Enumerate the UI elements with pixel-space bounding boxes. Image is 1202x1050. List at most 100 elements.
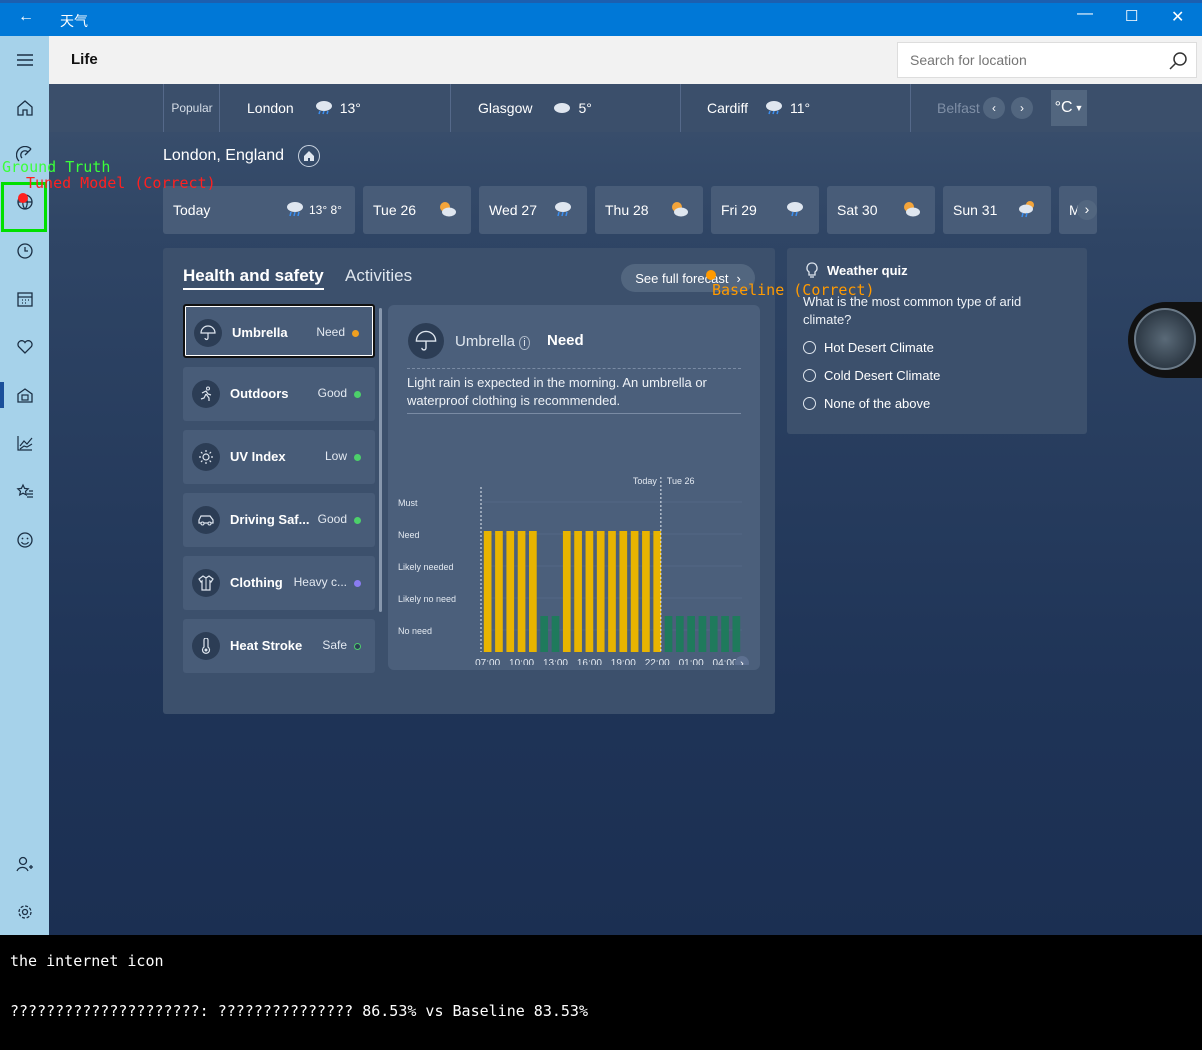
bar: [540, 616, 549, 652]
x-tick-label: 04:00: [713, 658, 738, 665]
car-icon: [192, 506, 220, 534]
x-tick-label: 22:00: [645, 658, 670, 665]
rain-cloud-icon: [314, 99, 334, 118]
bar: [551, 616, 560, 652]
caption-area: the internet icon ?????????????????????:…: [0, 935, 1202, 1050]
chevron-right-icon[interactable]: ›: [1077, 200, 1097, 220]
radio-button[interactable]: [803, 341, 816, 354]
popular-cities-bar: Popular London 13° Glasgow 5° Cardiff 11…: [49, 84, 1202, 132]
caption-instruction: the internet icon: [10, 952, 164, 970]
bar: [585, 531, 594, 652]
day-card-sun[interactable]: Sun 31: [943, 186, 1051, 234]
bar: [721, 616, 729, 652]
tab-health-and-safety[interactable]: Health and safety: [183, 266, 324, 290]
running-icon: [192, 380, 220, 408]
popular-city-glasgow[interactable]: Glasgow 5°: [450, 84, 681, 132]
chart-icon[interactable]: [0, 423, 49, 463]
calendar-icon[interactable]: [0, 279, 49, 319]
list-item-heat-stroke[interactable]: Heat Stroke Safe: [183, 619, 375, 673]
smiley-icon[interactable]: [0, 520, 49, 560]
health-safety-panel: Health and safety Activities See full fo…: [163, 248, 775, 714]
status-dot: [354, 580, 361, 587]
list-item-uv-index[interactable]: UV Index Low: [183, 430, 375, 484]
search-box[interactable]: [897, 42, 1197, 78]
quiz-title: Weather quiz: [827, 263, 908, 278]
radio-button[interactable]: [803, 369, 816, 382]
rain-cloud-icon: [285, 200, 305, 221]
quiz-option-1[interactable]: Hot Desert Climate: [803, 340, 934, 355]
day-card-today[interactable]: Today 13° 8°: [163, 186, 355, 234]
list-item-clothing[interactable]: Clothing Heavy c...: [183, 556, 375, 610]
thermometer-icon: [192, 632, 220, 660]
rain-cloud-icon: [785, 200, 805, 221]
day-card-mon[interactable]: M ›: [1059, 186, 1097, 234]
favorites-icon[interactable]: [0, 472, 49, 512]
bar: [596, 531, 605, 652]
bar: [709, 616, 718, 652]
hamburger-icon[interactable]: [0, 40, 49, 80]
list-item-driving-safety[interactable]: Driving Saf... Good: [183, 493, 375, 547]
radio-button[interactable]: [803, 397, 816, 410]
history-icon[interactable]: [0, 231, 49, 271]
maximize-icon[interactable]: ☐: [1125, 7, 1138, 25]
bar: [687, 616, 695, 652]
list-item-umbrella[interactable]: Umbrella Need: [183, 304, 375, 358]
chevron-left-icon[interactable]: ‹: [983, 97, 1005, 119]
day-card-sat[interactable]: Sat 30: [827, 186, 935, 234]
status-dot: [354, 643, 361, 650]
add-user-icon[interactable]: [0, 844, 49, 884]
quiz-option-2[interactable]: Cold Desert Climate: [803, 368, 940, 383]
search-icon[interactable]: [1168, 51, 1188, 71]
bar: [495, 531, 503, 652]
x-tick-label: 13:00: [543, 658, 568, 665]
info-icon[interactable]: i: [519, 336, 530, 350]
window-title: 天气: [60, 13, 88, 29]
popular-city-belfast[interactable]: Belfast: [910, 84, 991, 132]
list-item-outdoors[interactable]: Outdoors Good: [183, 367, 375, 421]
settings-icon[interactable]: [0, 892, 49, 932]
floating-widget[interactable]: [1128, 302, 1202, 378]
close-icon[interactable]: ✕: [1171, 7, 1184, 27]
y-level-label: Must: [398, 498, 418, 508]
tuned-model-label: Tuned Model (Correct): [26, 174, 216, 192]
chevron-right-icon[interactable]: ›: [1011, 97, 1033, 119]
detail-status: Need: [547, 332, 584, 349]
day-card-wed[interactable]: Wed 27: [479, 186, 587, 234]
tue-marker-label: Tue 26: [667, 476, 695, 486]
unit-toggle-button[interactable]: °C ▼: [1051, 90, 1087, 126]
x-tick-label: 19:00: [611, 658, 636, 665]
day-card-thu[interactable]: Thu 28: [595, 186, 703, 234]
life-icon[interactable]: [0, 375, 49, 415]
heart-icon[interactable]: [0, 327, 49, 367]
home-location-icon[interactable]: [298, 145, 320, 167]
title-bar: ← 天气 — ☐ ✕: [0, 0, 1202, 36]
y-level-label: Likely no need: [398, 594, 456, 604]
detail-title: Umbrella i: [455, 333, 530, 350]
search-input[interactable]: [908, 51, 1152, 69]
popular-city-london[interactable]: London 13°: [219, 84, 450, 132]
popular-city-cardiff[interactable]: Cardiff 11°: [680, 84, 911, 132]
page-title: Life: [71, 51, 98, 68]
y-level-label: No need: [398, 626, 432, 636]
bar: [506, 531, 515, 652]
popular-label: Popular: [163, 84, 220, 132]
bar: [574, 531, 582, 652]
home-icon[interactable]: [0, 88, 49, 128]
sun-cloud-icon: [901, 200, 921, 221]
bar: [619, 531, 628, 652]
day-card-tue[interactable]: Tue 26: [363, 186, 471, 234]
list-scrollbar[interactable]: [379, 308, 382, 612]
x-tick-label: 01:00: [679, 658, 704, 665]
quiz-option-3[interactable]: None of the above: [803, 396, 930, 411]
bar: [653, 531, 662, 652]
back-arrow-icon[interactable]: ←: [18, 8, 34, 26]
x-tick-label: 16:00: [577, 658, 602, 665]
minimize-icon[interactable]: —: [1077, 5, 1093, 23]
status-dot: [354, 391, 361, 398]
x-tick-label: 10:00: [509, 658, 534, 665]
day-card-fri[interactable]: Fri 29: [711, 186, 819, 234]
baseline-label: Baseline (Correct): [712, 281, 875, 299]
tab-activities[interactable]: Activities: [345, 266, 412, 286]
bar: [529, 531, 537, 652]
bar: [483, 531, 492, 652]
